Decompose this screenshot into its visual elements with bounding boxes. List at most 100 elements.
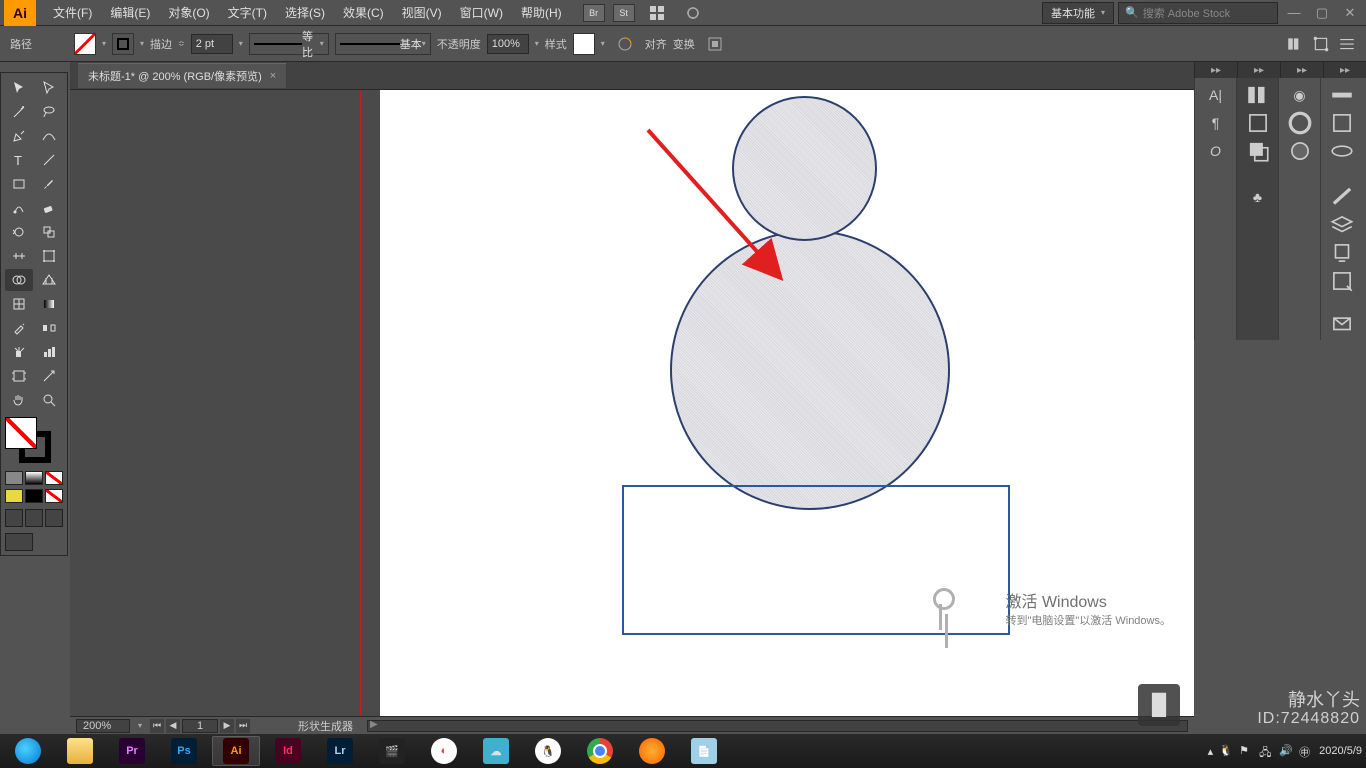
none-mode-icon[interactable] [45, 471, 63, 485]
workspace-selector[interactable]: 基本功能▾ [1042, 2, 1114, 24]
stock-icon[interactable]: St [613, 4, 635, 22]
scale-tool[interactable] [35, 221, 63, 243]
panel-expand-4[interactable]: ▸▸ [1323, 62, 1366, 78]
transform-panel-icon[interactable] [1312, 35, 1330, 53]
arrange-docs-icon[interactable] [643, 2, 671, 24]
menu-type[interactable]: 文字(T) [219, 4, 276, 21]
next-artboard-button[interactable]: ▶ [220, 719, 234, 733]
taskbar-chrome[interactable] [576, 736, 624, 766]
graphic-style[interactable] [573, 33, 595, 55]
tray-qq-icon[interactable]: 🐧 [1219, 744, 1233, 758]
artboard-num-input[interactable]: 1 [182, 719, 218, 733]
tray-ime-icon[interactable]: ㊥ [1299, 744, 1313, 758]
transform-label[interactable]: 变换 [673, 36, 695, 52]
panel-expand-1[interactable]: ▸▸ [1194, 62, 1237, 78]
stroke-dd-icon[interactable]: ▾ [140, 39, 144, 48]
recolor-icon[interactable] [611, 33, 639, 55]
menu-help[interactable]: 帮助(H) [512, 4, 571, 21]
fill-stroke-swatch[interactable] [5, 417, 63, 463]
brush-definition[interactable]: 基本▾ [335, 33, 431, 55]
slice-tool[interactable] [35, 365, 63, 387]
stroke-swatch[interactable] [112, 33, 134, 55]
perspective-grid-tool[interactable] [35, 269, 63, 291]
swatches-panel-icon[interactable] [1329, 112, 1355, 134]
menu-window[interactable]: 窗口(W) [451, 4, 512, 21]
taskbar-premiere[interactable]: Pr [108, 736, 156, 766]
type-tool[interactable]: T [5, 149, 33, 171]
taskbar-photoshop[interactable]: Ps [160, 736, 208, 766]
line-tool[interactable] [35, 149, 63, 171]
tray-volume-icon[interactable]: 🔊 [1279, 744, 1293, 758]
color-mode-icon[interactable] [5, 471, 23, 485]
lasso-tool[interactable] [35, 101, 63, 123]
stroke-spin-icon[interactable]: ≎ [178, 39, 185, 48]
taskbar-browser[interactable] [4, 736, 52, 766]
magic-wand-tool[interactable] [5, 101, 33, 123]
gpu-icon[interactable] [679, 2, 707, 24]
menu-edit[interactable]: 编辑(E) [101, 4, 159, 21]
taskbar-app4[interactable] [628, 736, 676, 766]
tray-date[interactable]: 2020/5/9 [1319, 745, 1362, 757]
tab-close-icon[interactable]: × [270, 70, 276, 82]
menu-object[interactable]: 对象(O) [159, 4, 218, 21]
opentype-panel-icon[interactable]: O [1203, 140, 1229, 162]
curvature-tool[interactable] [35, 125, 63, 147]
color-panel-icon[interactable] [1287, 112, 1313, 134]
guide-line[interactable] [360, 90, 361, 716]
links-panel-icon[interactable] [1329, 312, 1355, 334]
search-input[interactable]: 🔍搜索 Adobe Stock [1118, 2, 1278, 24]
taskbar-app2[interactable]: ◐ [420, 736, 468, 766]
fill-dd-icon[interactable]: ▾ [102, 39, 106, 48]
asset-export-panel-icon[interactable] [1329, 242, 1355, 264]
zoom-tool[interactable] [35, 389, 63, 411]
layers-panel-icon[interactable] [1329, 214, 1355, 236]
minimize-button[interactable]: — [1282, 4, 1306, 22]
menu-view[interactable]: 视图(V) [393, 4, 451, 21]
taskbar-app1[interactable]: 🎬 [368, 736, 416, 766]
appearance-panel-icon[interactable] [1287, 140, 1313, 162]
column-graph-tool[interactable] [35, 341, 63, 363]
direct-selection-tool[interactable] [35, 77, 63, 99]
tray-expand-icon[interactable]: ▴ [1208, 745, 1214, 758]
taskbar-app3[interactable]: ☁ [472, 736, 520, 766]
artboard-tool[interactable] [5, 365, 33, 387]
hand-tool[interactable] [5, 389, 33, 411]
align-panel-icon2[interactable] [1245, 84, 1271, 106]
document-tab[interactable]: 未标题-1* @ 200% (RGB/像素预览) × [78, 63, 286, 88]
taskbar-app5[interactable]: 📄 [680, 736, 728, 766]
artboard[interactable]: 激活 Windows 转到"电脑设置"以激活 Windows。 [380, 90, 1194, 716]
bridge-icon[interactable]: Br [583, 4, 605, 22]
artboards-panel-icon[interactable] [1329, 270, 1355, 292]
color-black-icon[interactable] [25, 489, 43, 503]
stroke-panel-icon[interactable] [1329, 84, 1355, 106]
screen-mode-icon[interactable] [5, 533, 33, 551]
menu-effect[interactable]: 效果(C) [334, 4, 393, 21]
fill-color-icon[interactable] [5, 417, 37, 449]
maximize-button[interactable]: ▢ [1310, 4, 1334, 22]
draw-normal-icon[interactable] [5, 509, 23, 527]
pen-tool[interactable] [5, 125, 33, 147]
eraser-tool[interactable] [35, 197, 63, 219]
panel-expand-2[interactable]: ▸▸ [1237, 62, 1280, 78]
taskbar-indesign[interactable]: Id [264, 736, 312, 766]
stroke-weight-input[interactable] [191, 34, 233, 54]
panel-expand-3[interactable]: ▸▸ [1280, 62, 1323, 78]
draw-behind-icon[interactable] [25, 509, 43, 527]
shaper-tool[interactable] [5, 197, 33, 219]
control-menu-icon[interactable] [1338, 35, 1356, 53]
mesh-tool[interactable] [5, 293, 33, 315]
taskbar-qq[interactable]: 🐧 [524, 736, 572, 766]
paintbrush-tool[interactable] [35, 173, 63, 195]
width-tool[interactable] [5, 245, 33, 267]
libraries-panel-icon[interactable]: ◉ [1287, 84, 1313, 106]
taskbar-illustrator[interactable]: Ai [212, 736, 260, 766]
paragraph-panel-icon[interactable]: ¶ [1203, 112, 1229, 134]
h-scrollbar[interactable] [367, 720, 1188, 732]
color-yellow-icon[interactable] [5, 489, 23, 503]
first-artboard-button[interactable]: ⏮ [150, 719, 164, 733]
transform-panel-icon2[interactable] [1245, 112, 1271, 134]
eyedropper-tool[interactable] [5, 317, 33, 339]
color-none-icon[interactable] [45, 489, 63, 503]
rectangle-tool[interactable] [5, 173, 33, 195]
taskbar-lightroom[interactable]: Lr [316, 736, 364, 766]
